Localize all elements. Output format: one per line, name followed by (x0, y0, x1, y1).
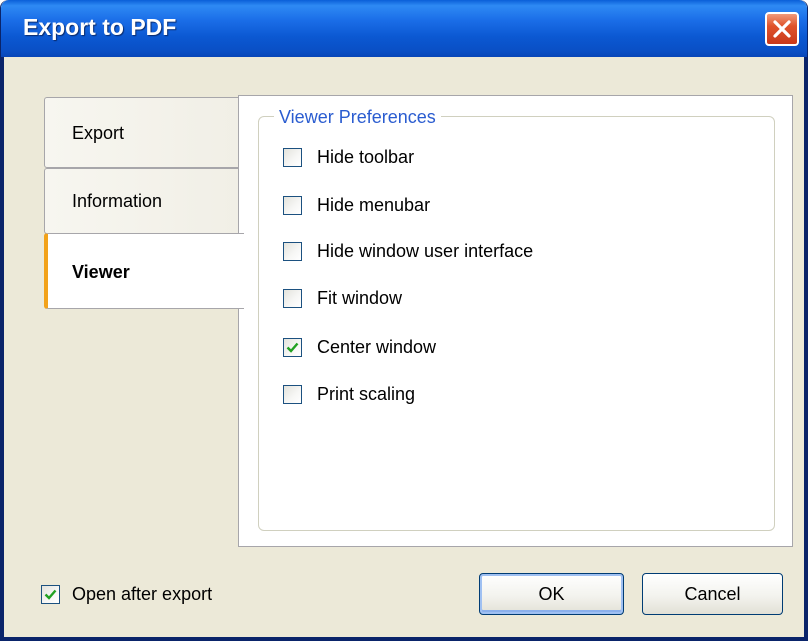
open-after-export-checkbox[interactable]: Open after export (41, 584, 212, 605)
hide-window-user-interface-checkbox[interactable]: Hide window user interface (283, 241, 533, 262)
window-border-left (1, 57, 4, 640)
checkmark-icon (44, 589, 57, 600)
close-button[interactable] (765, 12, 799, 46)
window-border-bottom (1, 637, 807, 640)
checkbox-box[interactable] (283, 242, 302, 261)
checkbox-label: Open after export (72, 584, 213, 604)
checkbox-label: Hide toolbar (317, 147, 415, 167)
center-window-checkbox[interactable]: Center window (283, 337, 436, 358)
tab-label: Export (72, 123, 125, 143)
title-bar[interactable]: Export to PDF (1, 0, 807, 57)
window-title: Export to PDF (23, 14, 177, 40)
checkbox-box[interactable] (283, 338, 302, 357)
ok-button[interactable]: OK (479, 573, 624, 615)
tab-viewer[interactable]: Viewer (44, 233, 244, 309)
viewer-tab-panel: Viewer Preferences Hide toolbar Hide men… (238, 95, 793, 547)
checkbox-box[interactable] (283, 148, 302, 167)
window-border-right (804, 57, 807, 640)
checkmark-icon (286, 342, 299, 353)
checkbox-label: Fit window (317, 288, 403, 308)
checkbox-box[interactable] (283, 196, 302, 215)
viewer-preferences-group: Viewer Preferences Hide toolbar Hide men… (258, 107, 775, 531)
hide-toolbar-checkbox[interactable]: Hide toolbar (283, 147, 414, 168)
hide-menubar-checkbox[interactable]: Hide menubar (283, 195, 430, 216)
checkbox-label: Hide menubar (317, 195, 431, 215)
tab-export[interactable]: Export (44, 97, 239, 168)
print-scaling-checkbox[interactable]: Print scaling (283, 384, 415, 405)
close-icon (772, 19, 792, 39)
checkbox-box[interactable] (283, 385, 302, 404)
checkbox-label: Hide window user interface (317, 241, 534, 261)
cancel-button[interactable]: Cancel (642, 573, 783, 615)
tab-label: Information (72, 191, 163, 211)
group-title: Viewer Preferences (274, 107, 441, 128)
checkbox-label: Print scaling (317, 384, 416, 404)
tab-label: Viewer (72, 262, 130, 282)
tab-information[interactable]: Information (44, 168, 239, 234)
export-to-pdf-dialog: Export to PDF Export Information Viewer … (0, 0, 808, 641)
fit-window-checkbox[interactable]: Fit window (283, 288, 402, 309)
checkbox-label: Center window (317, 337, 437, 357)
checkbox-box[interactable] (41, 585, 60, 604)
checkbox-box[interactable] (283, 289, 302, 308)
